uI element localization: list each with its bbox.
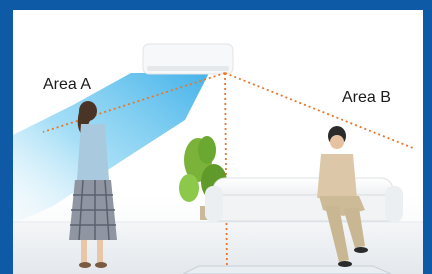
glass-table bbox=[182, 265, 392, 274]
area-a-label: Area A bbox=[43, 76, 92, 93]
sofa bbox=[205, 177, 403, 222]
room-scene: Area A Area B bbox=[13, 10, 423, 274]
air-conditioner bbox=[142, 43, 234, 75]
image-frame: Area A Area B bbox=[0, 0, 432, 274]
area-b-label: Area B bbox=[342, 89, 391, 106]
room-illustration bbox=[13, 43, 423, 274]
